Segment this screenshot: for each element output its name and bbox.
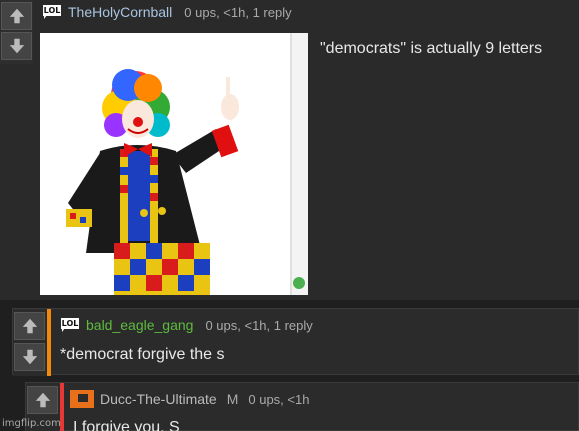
comment-meta: 0 ups, <1h, 1 reply: [205, 317, 313, 333]
upvote-button[interactable]: [27, 386, 58, 414]
comment-header: LOL TheHolyCornball 0 ups, <1h, 1 reply: [42, 4, 292, 20]
comment-meta: 0 ups, <1h: [248, 391, 310, 407]
username[interactable]: TheHolyCornball: [68, 4, 172, 20]
username[interactable]: Ducc-The-Ultimate: [100, 391, 217, 407]
upvote-button[interactable]: [14, 312, 45, 340]
comment-image[interactable]: [40, 33, 308, 295]
downvote-arrow-icon: [9, 38, 24, 54]
vote-box: [0, 0, 33, 64]
imgflip-watermark: imgflip.com: [2, 418, 61, 429]
downvote-button[interactable]: [14, 343, 45, 371]
gender-flag: M: [226, 391, 239, 407]
thread-bar: [47, 309, 51, 376]
upvote-button[interactable]: [1, 2, 32, 30]
downvote-arrow-icon: [22, 349, 37, 365]
lol-badge-icon: LOL: [42, 4, 62, 20]
comment-header: LOL bald_eagle_gang 0 ups, <1h, 1 reply: [60, 317, 313, 333]
downvote-button[interactable]: [1, 32, 32, 60]
comment-3: Ducc-The-Ultimate M 0 ups, <1h I forgive…: [25, 382, 579, 431]
comment-text: I forgive you, S: [73, 419, 180, 431]
upvote-arrow-icon: [22, 318, 37, 334]
comment-meta: 0 ups, <1h, 1 reply: [184, 4, 292, 20]
lol-badge-icon: LOL: [60, 317, 80, 333]
comment-text: "democrats" is actually 9 letters: [320, 40, 543, 57]
comment-header: Ducc-The-Ultimate M 0 ups, <1h: [70, 390, 309, 408]
upvote-arrow-icon: [9, 8, 24, 24]
comment-1: LOL TheHolyCornball 0 ups, <1h, 1 reply: [0, 0, 579, 300]
comment-2: LOL bald_eagle_gang 0 ups, <1h, 1 reply …: [12, 308, 579, 376]
upvote-arrow-icon: [35, 392, 50, 408]
vote-box: [13, 309, 46, 376]
ducc-avatar-icon: [70, 390, 94, 408]
username[interactable]: bald_eagle_gang: [86, 317, 193, 333]
clown-image: [40, 33, 308, 295]
comment-text: *democrat forgive the s: [60, 346, 225, 363]
